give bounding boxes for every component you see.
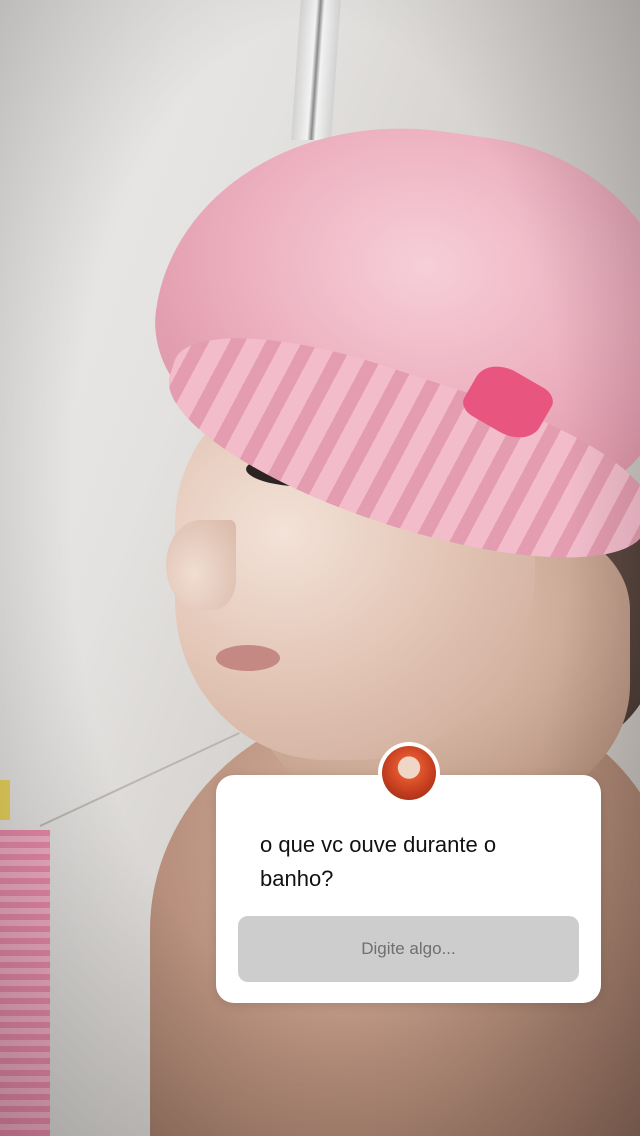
avatar [378,742,440,804]
answer-input[interactable]: Digite algo... [238,916,579,982]
avatar-image [382,746,436,800]
question-text: o que vc ouve durante o banho? [260,832,497,891]
story-view: o que vc ouve durante o banho? Digite al… [0,0,640,1136]
question-sticker: o que vc ouve durante o banho? Digite al… [216,775,601,1003]
background-object [0,780,10,820]
lips [216,645,280,671]
ceiling-light [291,0,341,140]
answer-placeholder: Digite algo... [361,939,456,958]
nose [166,520,236,610]
pink-mat [0,830,50,1136]
